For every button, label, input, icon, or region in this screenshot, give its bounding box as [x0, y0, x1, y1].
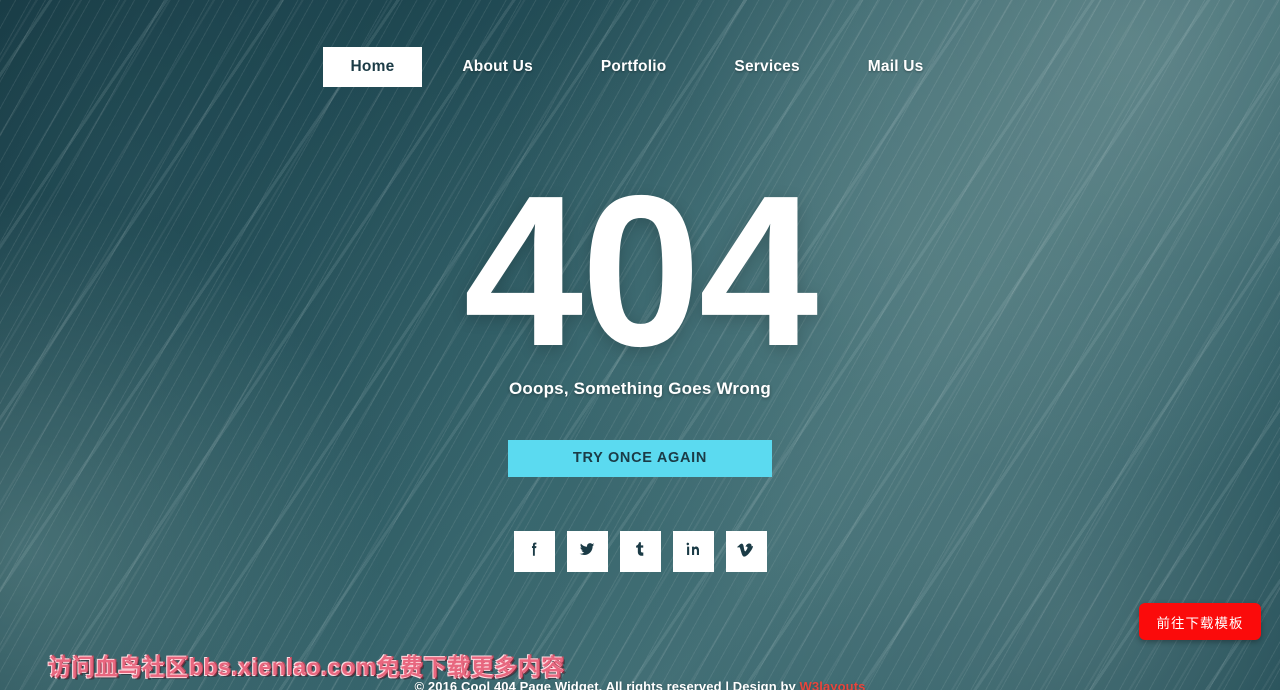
error-message: Ooops, Something Goes Wrong — [509, 379, 771, 398]
page-root: Home About Us Portfolio Services Mail Us… — [0, 0, 1280, 690]
download-template-button[interactable]: 前往下载模板 — [1139, 603, 1261, 640]
watermark-text: 访问血鸟社区bbs.xienlao.com免费下载更多内容 — [48, 654, 565, 680]
nav-item-home[interactable]: Home — [322, 47, 423, 87]
facebook-icon — [525, 540, 543, 563]
nav-item-about-us[interactable]: About Us — [428, 47, 566, 87]
footer-credit-link[interactable]: W3layouts — [800, 679, 866, 690]
nav-item-services[interactable]: Services — [700, 47, 833, 87]
vimeo-icon-link[interactable] — [725, 531, 767, 572]
nav-item-portfolio[interactable]: Portfolio — [567, 47, 701, 87]
try-once-again-button[interactable]: TRY ONCE AGAIN — [508, 440, 772, 477]
linkedin-icon-link[interactable] — [672, 531, 714, 572]
twitter-icon — [578, 540, 596, 563]
facebook-icon-link[interactable] — [513, 531, 555, 572]
vimeo-icon — [737, 540, 755, 563]
tumblr-icon-link[interactable] — [619, 531, 661, 572]
nav-item-mail-us[interactable]: Mail Us — [834, 47, 958, 87]
twitter-icon-link[interactable] — [566, 531, 608, 572]
main-navigation: Home About Us Portfolio Services Mail Us — [0, 47, 1280, 87]
social-links — [0, 531, 1280, 572]
tumblr-icon — [631, 540, 649, 563]
linkedin-icon — [684, 540, 702, 563]
error-code: 404 — [463, 150, 819, 391]
